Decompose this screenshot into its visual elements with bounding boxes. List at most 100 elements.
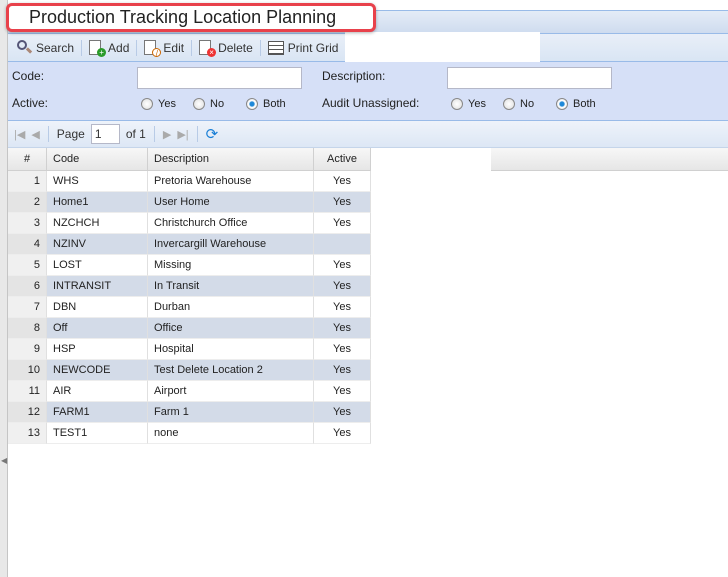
edit-icon: / bbox=[144, 39, 162, 58]
cell-description: Invercargill Warehouse bbox=[148, 234, 314, 255]
cell-number: 1 bbox=[8, 171, 47, 192]
table-row[interactable]: 12 FARM1 Farm 1 Yes bbox=[8, 402, 371, 423]
table-row[interactable]: 2 Home1 User Home Yes bbox=[8, 192, 371, 213]
code-input[interactable] bbox=[137, 67, 302, 89]
cell-code: Off bbox=[47, 318, 148, 339]
cell-description: Airport bbox=[148, 381, 314, 402]
table-row[interactable]: 1 WHS Pretoria Warehouse Yes bbox=[8, 171, 371, 192]
locations-grid: # Code Description Active 1 WHS Pretoria W… bbox=[8, 148, 728, 444]
table-row[interactable]: 13 TEST1 none Yes bbox=[8, 423, 371, 444]
cell-code: NEWCODE bbox=[47, 360, 148, 381]
cell-active: Yes bbox=[314, 423, 371, 444]
audit-unassigned-label: Audit Unassigned: bbox=[322, 96, 420, 110]
collapse-arrow-icon[interactable]: ◀ bbox=[1, 456, 7, 465]
active-both-radio[interactable]: Both bbox=[246, 98, 286, 110]
page-title: Production Tracking Location Planning bbox=[6, 3, 376, 32]
cell-description: User Home bbox=[148, 192, 314, 213]
print-grid-button[interactable]: Print Grid bbox=[263, 40, 344, 55]
active-no-radio[interactable]: No bbox=[193, 98, 224, 110]
cell-active: Yes bbox=[314, 276, 371, 297]
cell-description: Hospital bbox=[148, 339, 314, 360]
column-header-active[interactable]: Active bbox=[314, 148, 371, 170]
column-header-code[interactable]: Code bbox=[47, 148, 148, 170]
cell-code: LOST bbox=[47, 255, 148, 276]
cell-active: Yes bbox=[314, 192, 371, 213]
cell-code: NZCHCH bbox=[47, 213, 148, 234]
cell-code: HSP bbox=[47, 339, 148, 360]
table-row[interactable]: 3 NZCHCH Christchurch Office Yes bbox=[8, 213, 371, 234]
filter-panel: Code: Description: Active: Yes No Both A… bbox=[8, 62, 728, 121]
table-row[interactable]: 4 NZINV Invercargill Warehouse bbox=[8, 234, 371, 255]
table-row[interactable]: 5 LOST Missing Yes bbox=[8, 255, 371, 276]
cell-description: In Transit bbox=[148, 276, 314, 297]
audit-no-radio[interactable]: No bbox=[503, 98, 534, 110]
cell-code: DBN bbox=[47, 297, 148, 318]
edit-button[interactable]: / Edit bbox=[139, 39, 189, 58]
cell-description: Christchurch Office bbox=[148, 213, 314, 234]
cell-description: Missing bbox=[148, 255, 314, 276]
description-label: Description: bbox=[322, 69, 386, 83]
cell-number: 12 bbox=[8, 402, 47, 423]
prev-page-icon[interactable]: ◀ bbox=[31, 128, 39, 141]
first-page-icon[interactable]: |◀ bbox=[14, 128, 25, 141]
cell-number: 13 bbox=[8, 423, 47, 444]
cell-active bbox=[314, 234, 371, 255]
table-row[interactable]: 11 AIR Airport Yes bbox=[8, 381, 371, 402]
add-button[interactable]: + Add bbox=[84, 39, 134, 57]
grid-icon bbox=[267, 40, 284, 55]
cell-code: AIR bbox=[47, 381, 148, 402]
table-row[interactable]: 7 DBN Durban Yes bbox=[8, 297, 371, 318]
cell-active: Yes bbox=[314, 213, 371, 234]
table-row[interactable]: 8 Off Office Yes bbox=[8, 318, 371, 339]
table-row[interactable]: 9 HSP Hospital Yes bbox=[8, 339, 371, 360]
cell-description: Pretoria Warehouse bbox=[148, 171, 314, 192]
cell-description: none bbox=[148, 423, 314, 444]
search-button[interactable]: Search bbox=[12, 39, 79, 56]
cell-active: Yes bbox=[314, 171, 371, 192]
page-label: Page bbox=[56, 127, 85, 141]
last-page-icon[interactable]: ▶| bbox=[177, 128, 188, 141]
description-input[interactable] bbox=[447, 67, 612, 89]
delete-button[interactable]: × Delete bbox=[194, 39, 258, 57]
cell-active: Yes bbox=[314, 297, 371, 318]
add-icon: + bbox=[89, 39, 107, 57]
cell-code: INTRANSIT bbox=[47, 276, 148, 297]
column-header-number[interactable]: # bbox=[8, 148, 47, 170]
column-header-description[interactable]: Description bbox=[148, 148, 314, 170]
cell-description: Farm 1 bbox=[148, 402, 314, 423]
search-icon bbox=[17, 39, 33, 56]
cell-number: 5 bbox=[8, 255, 47, 276]
next-page-icon[interactable]: ▶ bbox=[163, 128, 171, 141]
cell-number: 11 bbox=[8, 381, 47, 402]
cell-description: Durban bbox=[148, 297, 314, 318]
cell-number: 4 bbox=[8, 234, 47, 255]
cell-number: 7 bbox=[8, 297, 47, 318]
cell-description: Test Delete Location 2 bbox=[148, 360, 314, 381]
cell-number: 2 bbox=[8, 192, 47, 213]
cell-number: 3 bbox=[8, 213, 47, 234]
cell-number: 10 bbox=[8, 360, 47, 381]
grid-header: # Code Description Active bbox=[8, 148, 728, 171]
left-collapse-bar[interactable]: ◀ bbox=[0, 0, 8, 577]
cell-active: Yes bbox=[314, 255, 371, 276]
audit-both-radio[interactable]: Both bbox=[556, 98, 596, 110]
table-row[interactable]: 6 INTRANSIT In Transit Yes bbox=[8, 276, 371, 297]
cell-active: Yes bbox=[314, 318, 371, 339]
cell-active: Yes bbox=[314, 381, 371, 402]
cell-number: 8 bbox=[8, 318, 47, 339]
delete-icon: × bbox=[199, 39, 217, 57]
cell-code: TEST1 bbox=[47, 423, 148, 444]
cell-number: 9 bbox=[8, 339, 47, 360]
cell-active: Yes bbox=[314, 402, 371, 423]
cell-code: WHS bbox=[47, 171, 148, 192]
code-label: Code: bbox=[12, 69, 45, 83]
cell-active: Yes bbox=[314, 339, 371, 360]
page-input[interactable]: 1 bbox=[90, 124, 120, 144]
table-row[interactable]: 10 NEWCODE Test Delete Location 2 Yes bbox=[8, 360, 371, 381]
page-count: of 1 bbox=[125, 127, 146, 141]
audit-yes-radio[interactable]: Yes bbox=[451, 98, 486, 110]
active-yes-radio[interactable]: Yes bbox=[141, 98, 176, 110]
refresh-icon[interactable]: ⟳ bbox=[206, 125, 219, 143]
cell-code: FARM1 bbox=[47, 402, 148, 423]
cell-number: 6 bbox=[8, 276, 47, 297]
